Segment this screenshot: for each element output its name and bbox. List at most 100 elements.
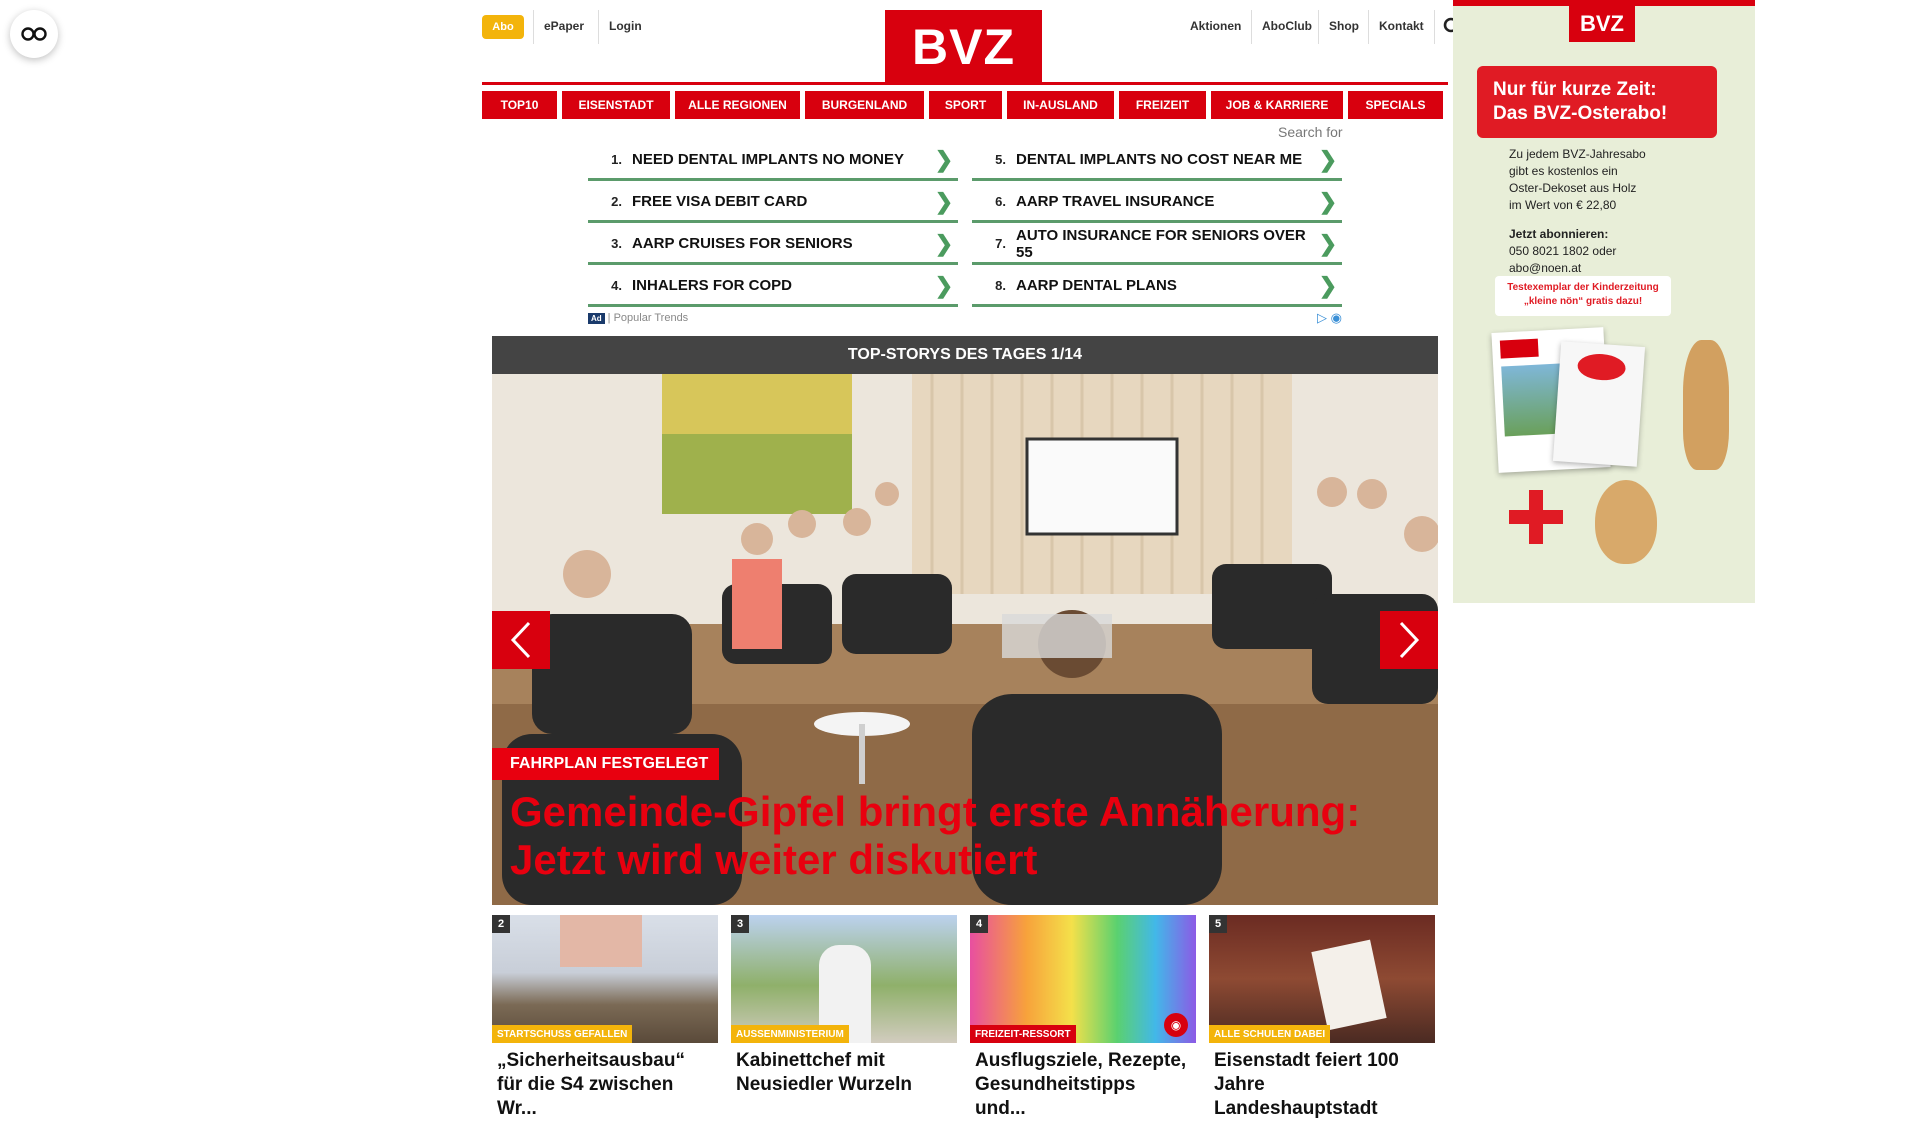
nav-top10[interactable]: TOP10 [482,91,557,119]
ad-extra-line: Testexemplar der Kinderzeitung [1507,282,1659,293]
ad-link[interactable]: 3. AARP CRUISES FOR SENIORS ❯ [588,225,958,265]
ad-link[interactable]: 5. DENTAL IMPLANTS NO COST NEAR ME ❯ [972,141,1342,181]
story-image: 2 STARTSCHUSS GEFALLEN [492,915,718,1043]
chevron-right-icon: ❯ [1318,230,1338,256]
ad-links-left: 1. NEED DENTAL IMPLANTS NO MONEY ❯ 2. FREE … [588,141,958,307]
kontakt-link[interactable]: Kontakt [1379,19,1424,33]
ad-link-text: AUTO INSURANCE FOR SENIORS OVER 55 [1016,226,1306,261]
divider [1368,10,1369,44]
divider [533,10,534,44]
ad-headline-line: Das BVZ-Osterabo! [1493,103,1668,124]
story-card[interactable]: 4 ◉ FREIZEIT-RESSORT Ausflugsziele, Reze… [970,915,1196,1121]
chevron-right-icon: ❯ [934,230,954,256]
story-image: 5 ALLE SCHULEN DABEI [1209,915,1435,1043]
hero-kicker: FAHRPLAN FESTGELEGT [492,748,720,780]
carousel-next-button[interactable] [1380,611,1438,669]
ad-link-text: AARP CRUISES FOR SENIORS [632,235,853,252]
nav-eisenstadt[interactable]: EISENSTADT [562,91,670,119]
epaper-link[interactable]: ePaper [544,19,584,33]
ad-link-text: DENTAL IMPLANTS NO COST NEAR ME [1016,151,1303,168]
chevron-right-icon: ❯ [934,272,954,298]
adchoices-icon[interactable]: ▷ ◉ [1317,310,1342,326]
login-link[interactable]: Login [609,19,642,33]
side-advertisement[interactable]: BVZ Nur für kurze Zeit: Das BVZ-Osterabo… [1453,0,1755,603]
ad-body-line: Oster-Dekoset aus Holz [1509,181,1637,195]
ad-headline: Nur für kurze Zeit: Das BVZ-Osterabo! [1477,66,1717,138]
bvz-logo[interactable]: BVZ [885,10,1042,84]
nav-sport[interactable]: SPORT [929,91,1002,119]
ad-bvz-logo: BVZ [1569,6,1635,42]
ad-link-number: 3. [611,236,622,251]
ad-link-text: INHALERS FOR COPD [632,277,793,294]
story-number: 4 [970,915,988,933]
ad-body: Zu jedem BVZ-Jahresabo gibt es kostenlos… [1509,146,1646,277]
story-title: Ausflugsziele, Rezepte, Gesundheitstipps… [975,1050,1187,1119]
ad-link-text: NEED DENTAL IMPLANTS NO MONEY [632,151,904,168]
story-number: 5 [1209,915,1227,933]
ad-footer: Ad | Popular Trends ▷ ◉ [588,310,1342,326]
ad-link[interactable]: 8. AARP DENTAL PLANS ❯ [972,267,1342,307]
ad-link-number: 5. [995,152,1006,167]
ad-link[interactable]: 6. AARP TRAVEL INSURANCE ❯ [972,183,1342,223]
camera-icon: ◉ [1164,1013,1188,1037]
chevron-right-icon: ❯ [934,188,954,214]
chevron-right-icon: ❯ [1318,272,1338,298]
nav-job-karriere[interactable]: JOB & KARRIERE [1211,91,1343,119]
main-nav: TOP10 EISENSTADT ALLE REGIONEN BURGENLAN… [482,91,1448,119]
sign-graphic [560,915,642,967]
story-title: Kabinettchef mit Neusiedler Wurzeln [736,1050,912,1095]
wooden-bunny-graphic [1683,340,1729,470]
ad-link-number: 8. [995,278,1006,293]
ad-badge: Ad [588,312,605,324]
ad-link-text: AARP TRAVEL INSURANCE [1016,193,1215,210]
story-card[interactable]: 5 ALLE SCHULEN DABEI Eisenstadt feiert 1… [1209,915,1435,1121]
chevron-right-icon [1399,621,1420,659]
story-number: 3 [731,915,749,933]
ad-link-number: 1. [611,152,622,167]
divider [1251,10,1252,44]
ad-body-line: im Wert von € 22,80 [1509,198,1617,212]
ad-footer-label: | Popular Trends [607,312,689,324]
ad-link[interactable]: 2. FREE VISA DEBIT CARD ❯ [588,183,958,223]
ad-cta-mail: abo@noen.at [1509,261,1582,275]
aktionen-link[interactable]: Aktionen [1190,19,1241,33]
ad-body-line: Zu jedem BVZ-Jahresabo [1509,147,1646,161]
top-stories-header: TOP-STORYS DES TAGES 1/14 [492,336,1438,374]
ad-link-number: 7. [995,236,1006,251]
ad-extra-offer: Testexemplar der Kinderzeitung „kleine n… [1495,276,1671,316]
story-image: 4 ◉ FREIZEIT-RESSORT [970,915,1196,1043]
story-card[interactable]: 2 STARTSCHUSS GEFALLEN „Sicherheitsausba… [492,915,718,1121]
carousel-prev-button[interactable] [492,611,550,669]
ad-cta-phone: 050 8021 1802 oder [1509,244,1617,258]
ad-extra-line: „kleine nön“ gratis dazu! [1523,296,1643,307]
hero-headline[interactable]: Gemeinde-Gipfel bringt erste Annäherung:… [510,788,1430,884]
ad-link[interactable]: 7. AUTO INSURANCE FOR SENIORS OVER 55 ❯ [972,225,1342,265]
story-image: 3 AUSSENMINISTERIUM [731,915,957,1043]
header-divider [482,82,1448,85]
wooden-egg-graphic [1595,480,1657,564]
story-title: „Sicherheitsausbau“ für die S4 zwischen … [497,1050,685,1119]
nav-alle-regionen[interactable]: ALLE REGIONEN [675,91,800,119]
reader-mode-button[interactable] [10,10,58,58]
nav-burgenland[interactable]: BURGENLAND [805,91,924,119]
story-title: Eisenstadt feiert 100 Jahre Landeshaupts… [1214,1050,1399,1119]
ad-headline-line: Nur für kurze Zeit: [1493,79,1657,100]
ad-link-number: 2. [611,194,622,209]
story-tag: AUSSENMINISTERIUM [731,1025,849,1043]
story-card[interactable]: 3 AUSSENMINISTERIUM Kabinettchef mit Neu… [731,915,957,1097]
nav-freizeit[interactable]: FREIZEIT [1119,91,1206,119]
aboclub-link[interactable]: AboClub [1262,19,1312,33]
ad-link[interactable]: 4. INHALERS FOR COPD ❯ [588,267,958,307]
story-number: 2 [492,915,510,933]
ad-link[interactable]: 1. NEED DENTAL IMPLANTS NO MONEY ❯ [588,141,958,181]
nav-in-ausland[interactable]: IN-AUSLAND [1007,91,1114,119]
abo-button[interactable]: Abo [482,15,524,39]
chevron-left-icon [510,621,531,659]
ad-link-text: FREE VISA DEBIT CARD [632,193,808,210]
chevron-right-icon: ❯ [1318,146,1338,172]
chevron-right-icon: ❯ [934,146,954,172]
nav-specials[interactable]: SPECIALS [1348,91,1443,119]
poster-graphic [1311,939,1387,1031]
shop-link[interactable]: Shop [1329,19,1359,33]
story-tag: FREIZEIT-RESSORT [970,1025,1076,1043]
